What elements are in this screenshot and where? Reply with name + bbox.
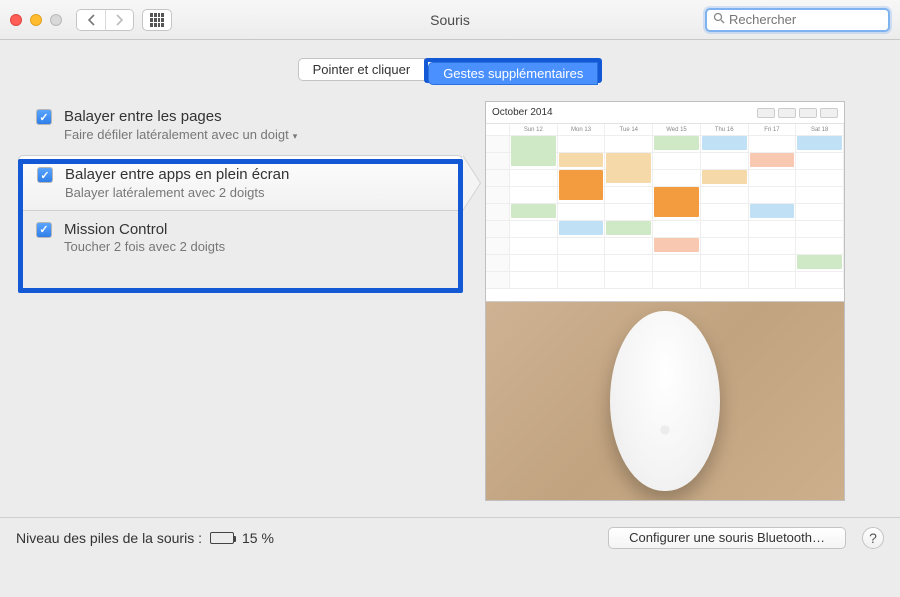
tab-bar: Pointer et cliquer Gestes supplémentaire…	[18, 58, 882, 83]
checkbox-mission-control[interactable]: ✓	[36, 222, 52, 238]
calendar-title: October 2014	[492, 107, 553, 118]
option-mission-control[interactable]: ✓ Mission Control Toucher 2 fois avec 2 …	[18, 214, 463, 265]
option-title: Mission Control	[64, 220, 225, 240]
window-title: Souris	[430, 12, 470, 28]
option-subtitle[interactable]: Faire défiler latéralement avec un doigt…	[64, 127, 297, 142]
help-button[interactable]: ?	[862, 527, 884, 549]
checkbox-swipe-pages[interactable]: ✓	[36, 109, 52, 125]
chevron-down-icon: ▾	[293, 131, 298, 141]
battery-label: Niveau des piles de la souris :	[16, 530, 202, 546]
prefs-footer: Niveau des piles de la souris : 15 % Con…	[0, 517, 900, 557]
option-subtitle: Toucher 2 fois avec 2 doigts	[64, 239, 225, 254]
close-window-button[interactable]	[10, 14, 22, 26]
checkbox-swipe-fullscreen[interactable]: ✓	[37, 167, 53, 183]
zoom-window-button[interactable]	[50, 14, 62, 26]
forward-button[interactable]	[105, 10, 133, 30]
battery-icon	[210, 532, 234, 544]
option-swipe-pages[interactable]: ✓ Balayer entre les pages Faire défiler …	[18, 101, 463, 152]
minimize-window-button[interactable]	[30, 14, 42, 26]
nav-back-forward	[76, 9, 134, 31]
gesture-options-list: ✓ Balayer entre les pages Faire défiler …	[18, 101, 463, 264]
magic-mouse-icon	[610, 311, 720, 491]
configure-bluetooth-mouse-button[interactable]: Configurer une souris Bluetooth…	[608, 527, 846, 549]
preview-screen: October 2014 Sun 12 Mon 13 Tue 14 Wed 15…	[486, 102, 844, 302]
option-title: Balayer entre les pages	[64, 107, 297, 127]
calendar-day-headers: Sun 12 Mon 13 Tue 14 Wed 15 Thu 16 Fri 1…	[486, 124, 844, 136]
traffic-lights	[10, 14, 62, 26]
option-swipe-fullscreen-apps[interactable]: ✓ Balayer entre apps en plein écran Bala…	[18, 155, 463, 211]
option-title: Balayer entre apps en plein écran	[65, 165, 289, 185]
tab-more-gestures[interactable]: Gestes supplémentaires	[428, 62, 598, 85]
search-input[interactable]	[729, 12, 900, 27]
preview-mouse-area	[486, 302, 844, 501]
battery-percentage: 15 %	[242, 530, 274, 546]
back-button[interactable]	[77, 10, 105, 30]
gesture-preview-video: October 2014 Sun 12 Mon 13 Tue 14 Wed 15…	[485, 101, 845, 501]
grid-icon	[150, 13, 164, 27]
prefs-content: Pointer et cliquer Gestes supplémentaire…	[0, 40, 900, 557]
tab-pointer-click[interactable]: Pointer et cliquer	[298, 58, 426, 81]
calendar-grid	[486, 136, 844, 289]
search-field[interactable]: ✕	[705, 8, 890, 32]
show-all-prefs-button[interactable]	[142, 9, 172, 31]
search-icon	[713, 12, 725, 27]
window-toolbar: Souris ✕	[0, 0, 900, 40]
option-subtitle: Balayer latéralement avec 2 doigts	[65, 185, 289, 200]
